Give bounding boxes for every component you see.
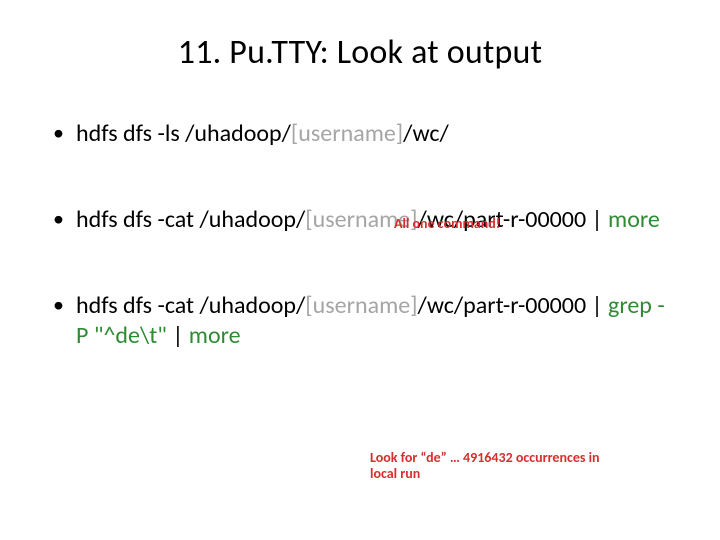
list-item: hdfs dfs -ls /uhadoop/[username]/wc/: [50, 119, 670, 149]
cmd-text: hdfs dfs -ls /uhadoop/: [76, 119, 291, 148]
cmd-text: hdfs dfs -cat /uhadoop/: [76, 291, 305, 320]
cmd-text: /wc/part-r-00000 |: [418, 291, 608, 320]
list-item: hdfs dfs -cat /uhadoop/[username]/wc/par…: [50, 291, 670, 351]
annotation-look-for-de: Look for “de” … 4916432 occurrences in l…: [370, 450, 600, 482]
list-item: hdfs dfs -cat /uhadoop/[username]/wc/par…: [50, 205, 670, 235]
pipe-command: more: [189, 321, 241, 350]
username-placeholder: [username]: [291, 119, 403, 148]
pipe-command: more: [608, 205, 660, 234]
username-placeholder: [username]: [305, 291, 417, 320]
cmd-text: hdfs dfs -cat /uhadoop/: [76, 205, 305, 234]
bullet-list: hdfs dfs -ls /uhadoop/[username]/wc/ hdf…: [50, 119, 670, 351]
annotation-all-one-command: All one command!: [394, 216, 500, 232]
cmd-text: |: [167, 321, 189, 350]
slide-title: 11. Pu.TTY: Look at output: [50, 32, 670, 73]
cmd-text: /wc/: [403, 119, 449, 148]
